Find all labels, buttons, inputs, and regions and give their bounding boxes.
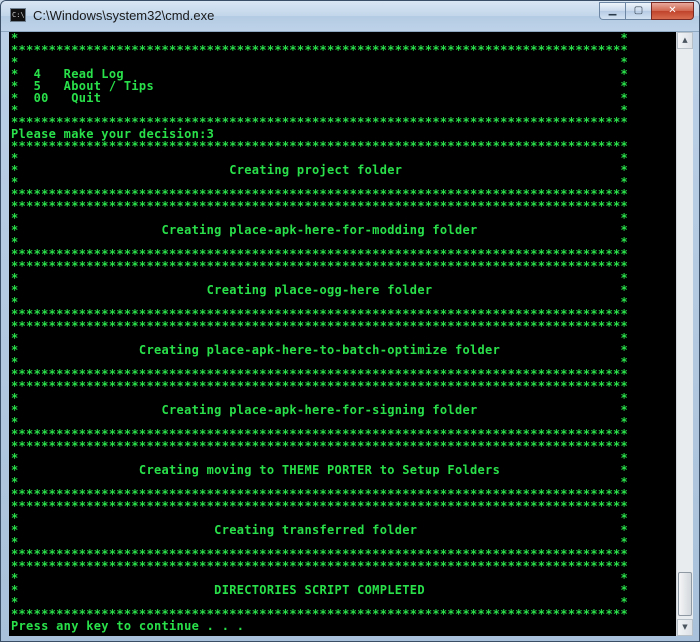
console-text: * * ************************************… — [9, 32, 676, 632]
window-title: C:\Windows\system32\cmd.exe — [33, 8, 215, 23]
maximize-button[interactable]: ▢ — [625, 2, 651, 20]
scroll-up-arrow-icon[interactable]: ▲ — [677, 32, 693, 49]
minimize-button[interactable]: ▁ — [599, 2, 625, 20]
press-any-key-prompt: Press any key to continue . . . — [11, 619, 245, 633]
scrollbar-thumb[interactable] — [678, 572, 692, 616]
console-output[interactable]: * * ************************************… — [9, 32, 676, 636]
cmd-icon[interactable]: C:\ — [10, 8, 26, 22]
scroll-down-arrow-icon[interactable]: ▼ — [677, 619, 693, 636]
close-button[interactable]: ✕ — [651, 2, 694, 20]
window-controls: ▁ ▢ ✕ — [599, 2, 694, 20]
vertical-scrollbar[interactable]: ▲ ▼ — [676, 32, 693, 636]
title-bar[interactable]: C:\ C:\Windows\system32\cmd.exe ▁ ▢ ✕ — [1, 1, 699, 32]
cmd-window: C:\ C:\Windows\system32\cmd.exe ▁ ▢ ✕ * … — [0, 0, 700, 642]
